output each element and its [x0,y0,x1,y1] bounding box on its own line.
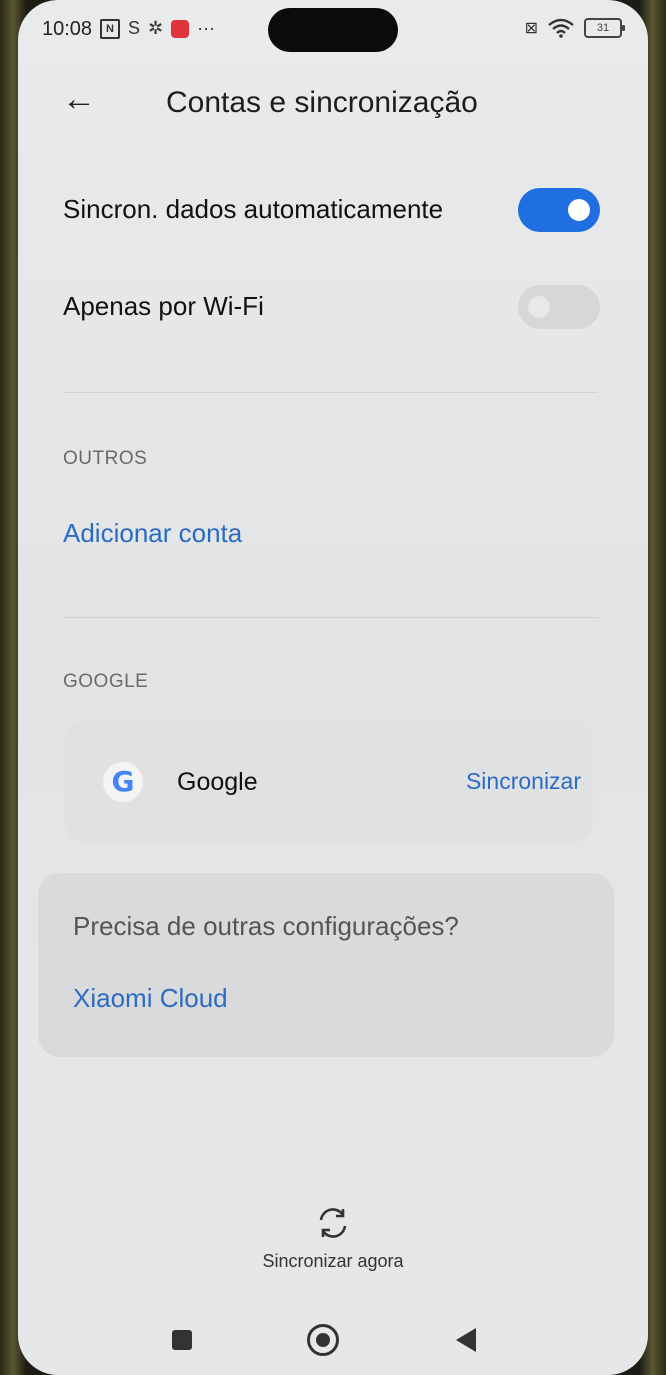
status-icons-right: ⊠ 31 [524,18,625,38]
auto-sync-toggle[interactable] [518,188,600,232]
more-notifications-icon: ··· [197,18,216,38]
google-sync-button[interactable]: Sincronizar [466,768,581,795]
google-account-name: Google [177,768,258,796]
sync-now-button[interactable]: Sincronizar agora [218,1205,448,1285]
recent-apps-icon[interactable] [172,1330,192,1350]
auto-sync-label: Sincron. dados automaticamente [63,194,444,224]
status-icons-left: N S ✲ ··· [100,18,215,39]
add-account-link[interactable]: Adicionar conta [63,518,242,549]
more-settings-card: Precisa de outras configurações? Xiaomi … [38,873,614,1057]
sync-now-label: Sincronizar agora [262,1251,404,1271]
s-icon: S [128,18,141,38]
status-time: 10:08 [42,18,93,40]
phone-screen: 10:08 N S ✲ ··· ⊠ 31 ← Contas e sincroni… [18,0,648,1375]
page-title: Contas e sincronização [166,86,478,119]
google-account-card[interactable]: G Google Sincronizar [65,720,593,842]
nfc-icon: N [100,18,120,39]
status-bar: 10:08 N S ✲ ··· ⊠ 31 [18,0,648,60]
divider [63,617,598,618]
section-google: GOOGLE [63,671,149,692]
navigation-bar [18,1310,648,1370]
toggle-knob [528,296,550,318]
app-notification-icon [171,19,190,38]
wifi-only-label: Apenas por Wi-Fi [63,291,264,321]
back-arrow-icon[interactable]: ← [62,82,96,116]
toggle-knob [568,199,590,221]
gear-icon: ✲ [148,18,164,38]
wifi-only-toggle[interactable] [518,285,600,329]
section-outros: OUTROS [63,448,148,469]
sim-icon: ⊠ [524,20,538,37]
divider [63,392,598,393]
sync-icon [319,1208,347,1238]
wifi-only-row[interactable]: Apenas por Wi-Fi [63,277,608,337]
xiaomi-cloud-link[interactable]: Xiaomi Cloud [73,983,228,1014]
home-icon[interactable] [307,1324,339,1356]
more-settings-question: Precisa de outras configurações? [73,911,459,941]
back-triangle-icon[interactable] [456,1328,476,1352]
battery-icon: 31 [584,18,625,38]
auto-sync-row[interactable]: Sincron. dados automaticamente [63,180,608,240]
wifi-icon [548,18,574,38]
google-logo-icon: G [103,762,143,802]
app-header: ← Contas e sincronização [18,70,648,134]
camera-notch [268,8,398,52]
